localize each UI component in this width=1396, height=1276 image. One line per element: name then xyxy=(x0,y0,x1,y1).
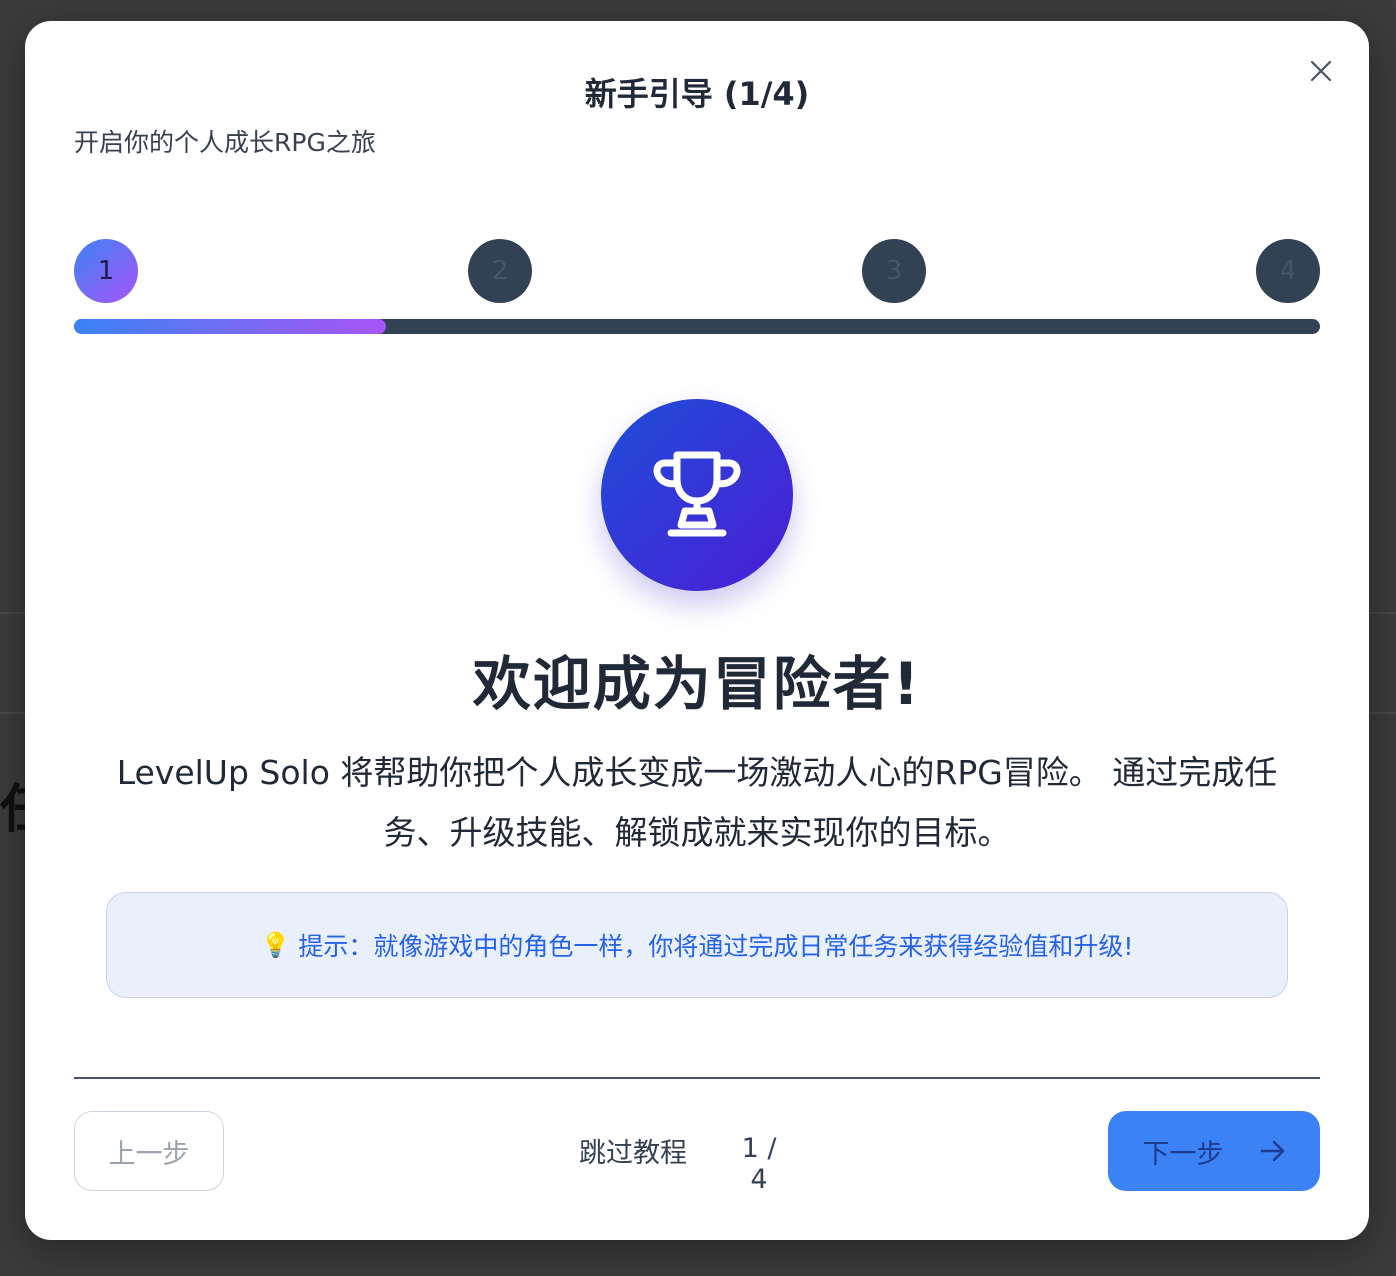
footer-divider xyxy=(74,1077,1320,1079)
next-button[interactable]: 下一步 xyxy=(1108,1111,1320,1191)
welcome-description: LevelUp Solo 将帮助你把个人成长变成一场激动人心的RPG冒险。 通过… xyxy=(116,753,1278,852)
step-indicator-3[interactable]: 3 xyxy=(862,239,926,303)
progress-bar-fill xyxy=(74,319,386,334)
welcome-heading: 欢迎成为冒险者! xyxy=(472,650,922,718)
skip-tutorial-button[interactable]: 跳过教程 xyxy=(573,1131,693,1173)
tip-box: 💡 提示：就像游戏中的角色一样，你将通过完成日常任务来获得经验值和升级! xyxy=(106,892,1288,998)
tip-text: 提示：就像游戏中的角色一样，你将通过完成日常任务来获得经验值和升级! xyxy=(298,932,1134,961)
step-indicator-1[interactable]: 1 xyxy=(74,239,138,303)
step-indicator-4[interactable]: 4 xyxy=(1256,239,1320,303)
page-indicator: 1 / 4 xyxy=(741,1133,777,1195)
previous-button[interactable]: 上一步 xyxy=(74,1111,224,1191)
onboarding-modal: 新手引导 (1/4) 开启你的个人成长RPG之旅 1 2 3 4 欢迎成为冒险者… xyxy=(25,21,1369,1240)
lightbulb-icon: 💡 xyxy=(260,931,291,959)
modal-subtitle: 开启你的个人成长RPG之旅 xyxy=(74,128,376,157)
trophy-badge xyxy=(601,399,793,591)
step-indicator-2[interactable]: 2 xyxy=(468,239,532,303)
trophy-icon xyxy=(653,451,741,537)
arrow-right-icon xyxy=(1260,1140,1284,1162)
background-partial-text: 任 xyxy=(0,780,26,840)
next-button-label: 下一步 xyxy=(1142,1138,1224,1170)
progress-bar xyxy=(74,319,1320,334)
modal-title: 新手引导 (1/4) xyxy=(584,75,810,113)
